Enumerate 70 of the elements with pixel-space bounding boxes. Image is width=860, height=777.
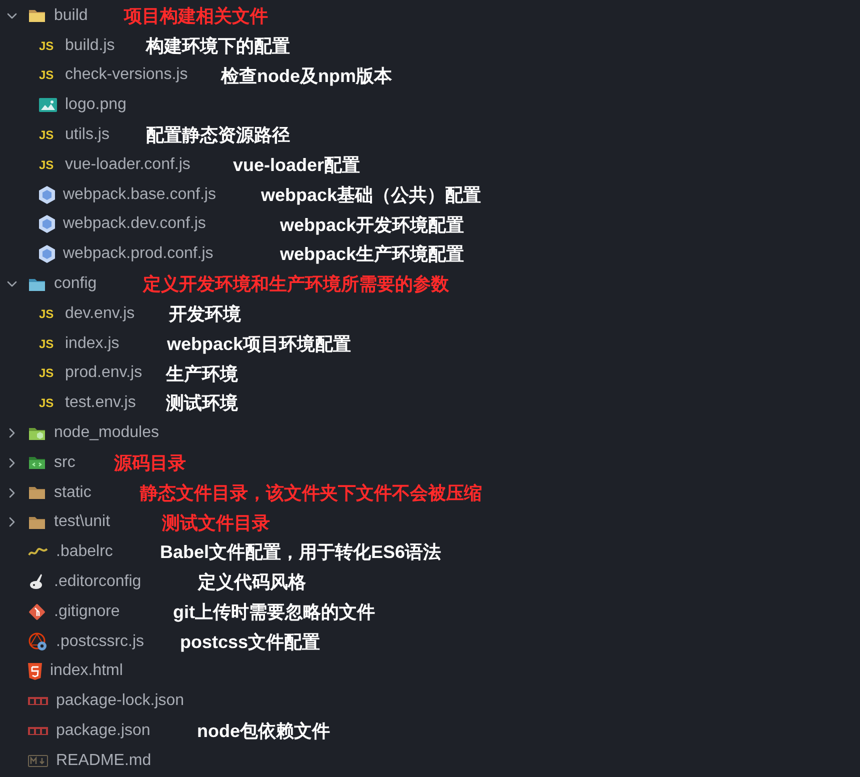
image-icon (39, 98, 57, 112)
folder-name[interactable]: node_modules (54, 421, 159, 446)
cube-icon (39, 215, 55, 234)
folder-name[interactable]: test\unit (54, 510, 110, 534)
annotation: node包依赖文件 (197, 720, 330, 742)
js-icon: JS (39, 158, 57, 171)
file-name[interactable]: webpack.dev.conf.js (63, 212, 206, 236)
file-name[interactable]: package.json (56, 719, 150, 744)
js-icon: JS (39, 69, 57, 82)
file-name[interactable]: README.md (56, 748, 152, 773)
js-icon: JS (39, 338, 57, 350)
file-name[interactable]: .postcssrc.js (56, 630, 144, 654)
annotation: 项目构建相关文件 (124, 5, 268, 27)
annotation: Babel文件配置，用于转化ES6语法 (160, 541, 442, 564)
annotation: webpack生产环境配置 (280, 243, 464, 266)
js-icon: JS (39, 308, 57, 320)
annotation: vue-loader配置 (233, 154, 360, 176)
npm-icon (28, 727, 48, 736)
folder-icon (28, 514, 46, 530)
folder-icon (28, 426, 46, 441)
folder-icon (28, 485, 46, 500)
annotation: 定义代码风格 (198, 571, 306, 594)
file-name[interactable]: webpack.prod.conf.js (63, 242, 214, 266)
npm-icon (28, 697, 48, 706)
file-name[interactable]: logo.png (65, 93, 126, 118)
file-name[interactable]: .gitignore (54, 600, 120, 624)
file-name[interactable]: utils.js (65, 123, 110, 148)
annotation: git上传时需要忽略的文件 (173, 600, 375, 623)
folder-name[interactable]: static (54, 480, 92, 505)
annotation: 测试文件目录 (162, 512, 270, 534)
js-icon: JS (39, 367, 57, 380)
folder-icon (28, 455, 46, 470)
annotation: 开发环境 (169, 302, 241, 325)
file-name[interactable]: index.js (65, 332, 120, 356)
folder-name[interactable]: build (54, 4, 88, 28)
file-name[interactable]: index.html (50, 659, 123, 684)
annotation: 配置静态资源路径 (146, 124, 290, 146)
annotation: 静态文件目录，该文件夹下文件不会被压缩 (140, 482, 482, 504)
annotation: 构建环境下的配置 (146, 34, 290, 57)
file-name[interactable]: dev.env.js (65, 302, 135, 326)
cube-icon (39, 186, 55, 204)
annotation: 源码目录 (114, 452, 186, 474)
file-name[interactable]: .babelrc (56, 540, 113, 564)
folder-name[interactable]: src (54, 450, 76, 475)
js-icon: JS (39, 397, 57, 410)
file-name[interactable]: build.js (65, 34, 115, 58)
file-name[interactable]: webpack.base.conf.js (63, 182, 216, 207)
folder-name[interactable]: config (54, 272, 97, 296)
cube-icon (39, 245, 55, 264)
annotation: 生产环境 (166, 362, 238, 385)
html-icon (28, 662, 42, 680)
file-name[interactable]: package-lock.json (56, 689, 184, 714)
file-name[interactable]: prod.env.js (65, 361, 142, 386)
annotation: webpack基础（公共）配置 (261, 184, 482, 206)
file-name[interactable]: .editorconfig (54, 570, 142, 594)
annotation: webpack项目环境配置 (167, 332, 352, 355)
markdown-icon (28, 754, 48, 767)
annotation: 测试环境 (166, 392, 238, 414)
annotation: 定义开发环境和生产环境所需要的参数 (143, 273, 449, 296)
folder-icon (28, 8, 46, 24)
js-icon: JS (39, 129, 57, 142)
folder-icon (28, 276, 46, 292)
file-name[interactable]: check-versions.js (65, 63, 188, 88)
file-name[interactable]: vue-loader.conf.js (65, 152, 190, 177)
annotation: postcss文件配置 (180, 630, 320, 653)
js-icon: JS (39, 40, 57, 52)
file-name[interactable]: test.env.js (65, 391, 136, 416)
postcss-icon (28, 632, 48, 652)
annotation: webpack开发环境配置 (280, 214, 464, 236)
annotation: 检查node及npm版本 (221, 64, 392, 87)
